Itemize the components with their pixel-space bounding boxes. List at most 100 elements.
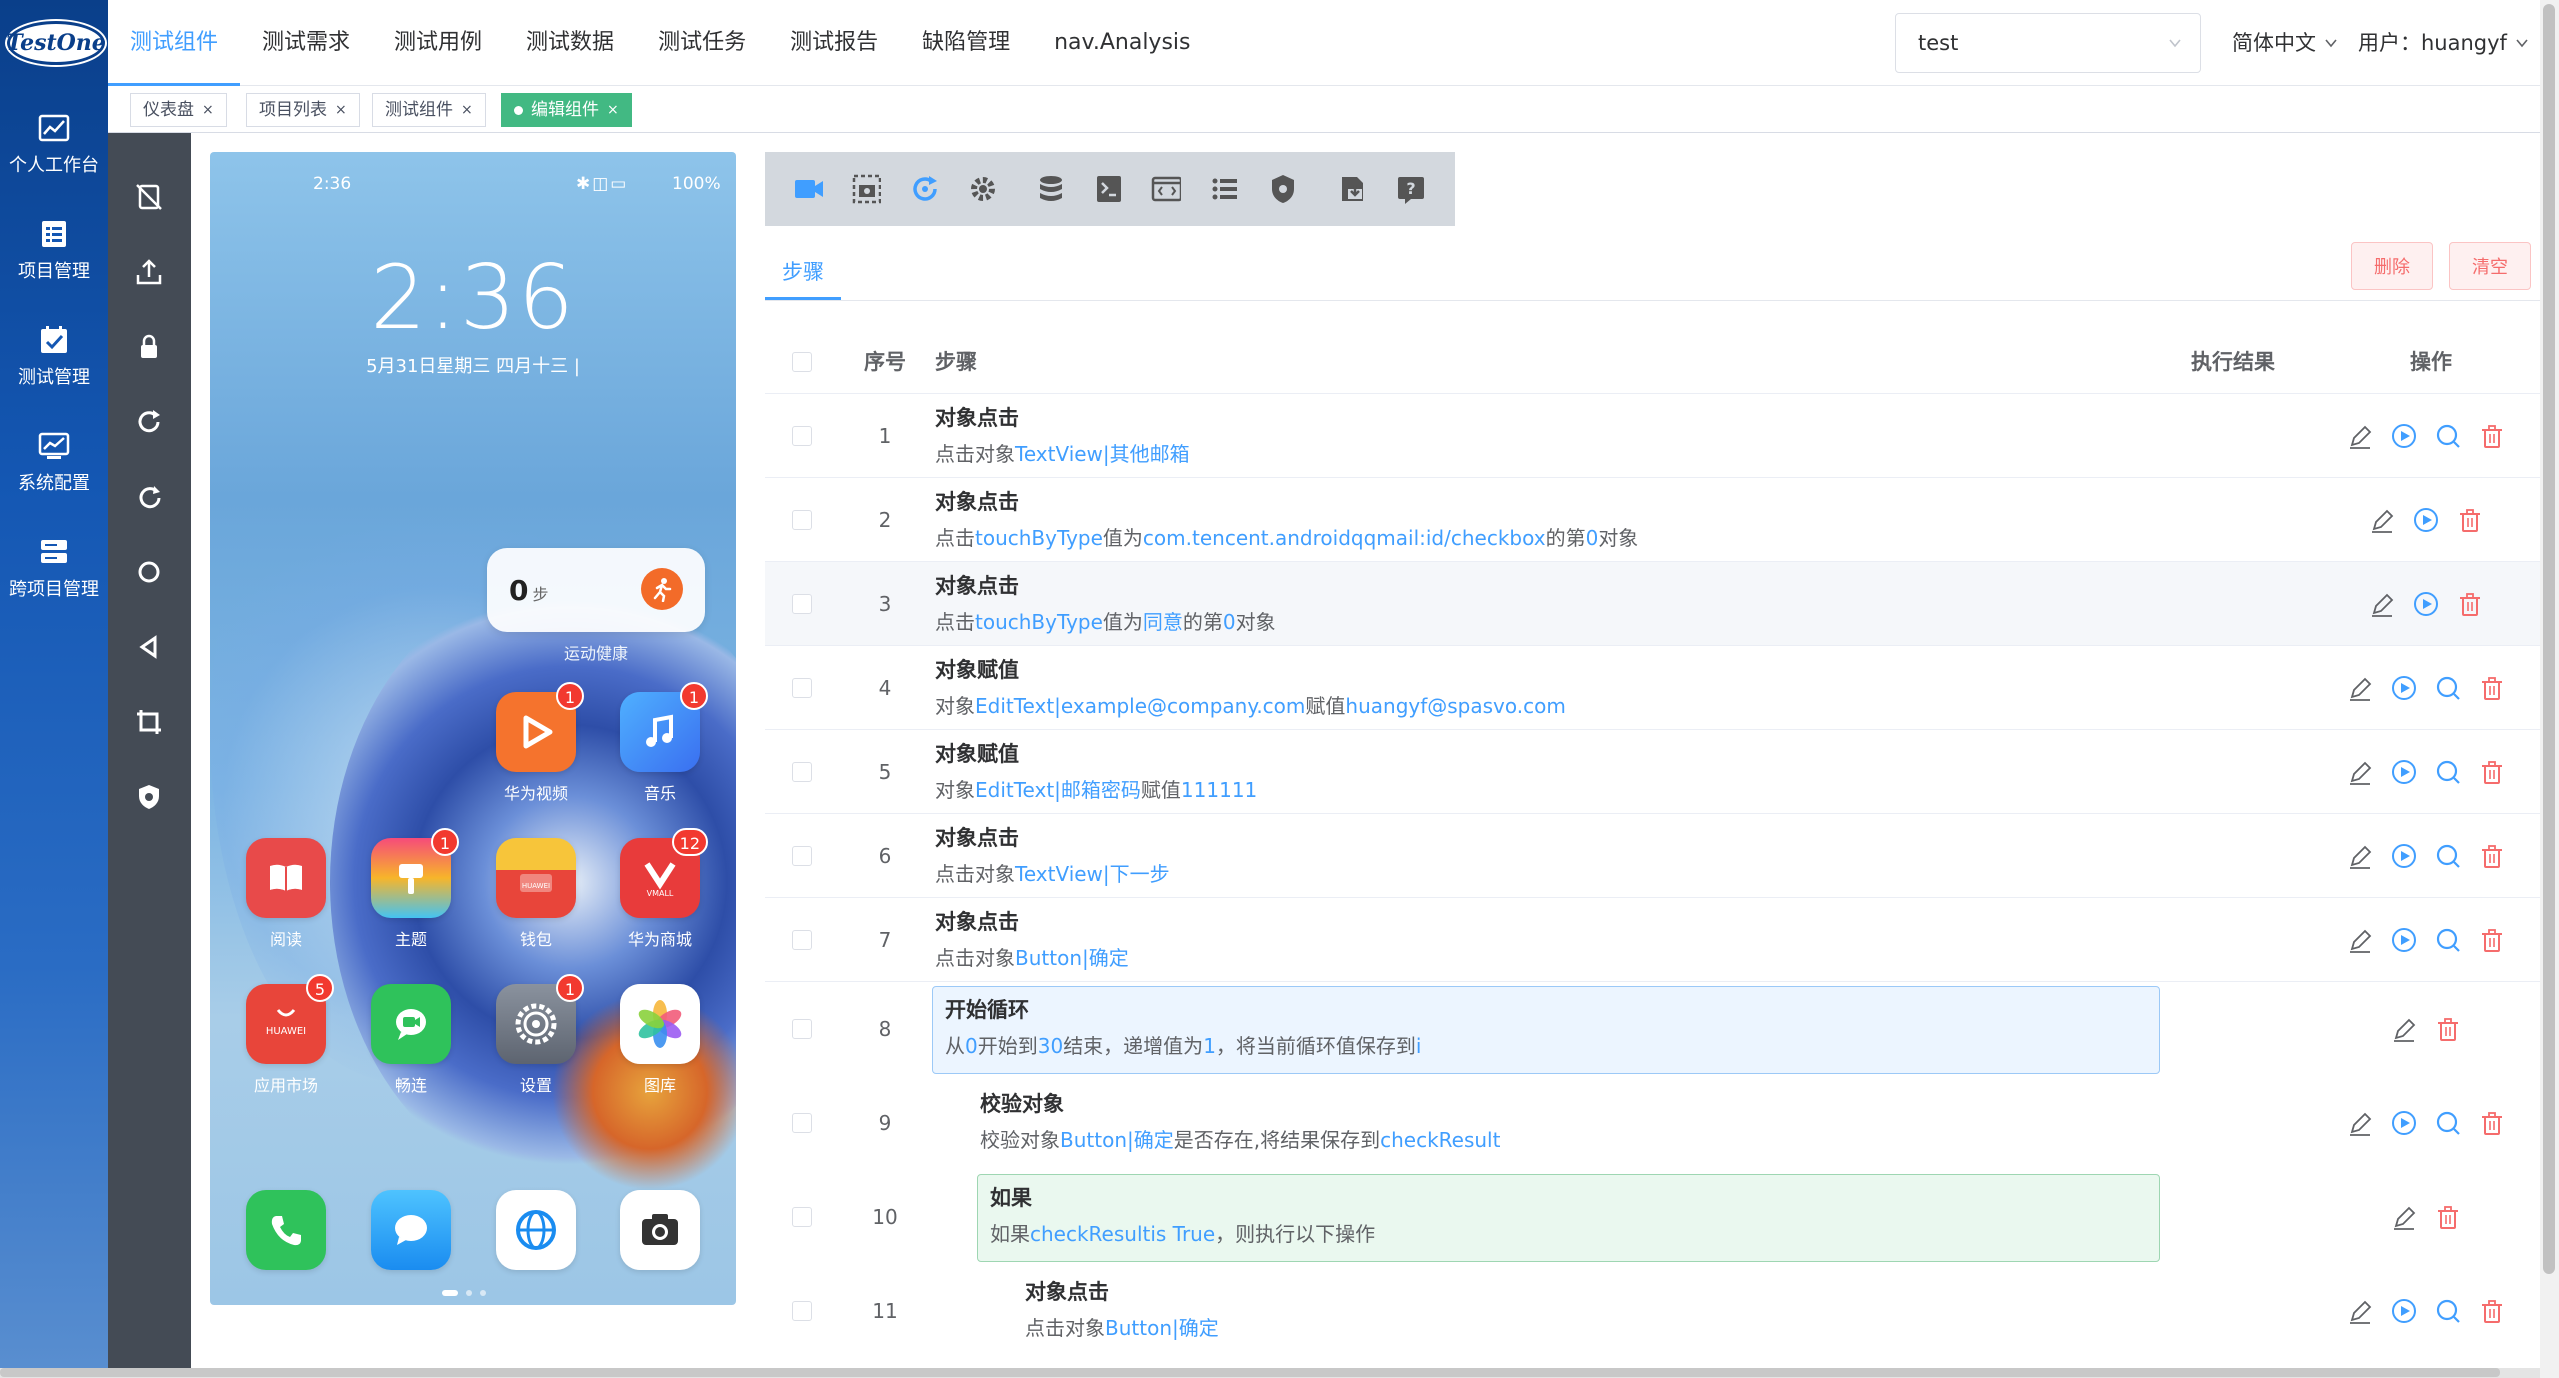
row-checkbox[interactable] xyxy=(792,510,812,530)
edit-step-button[interactable] xyxy=(2345,925,2375,955)
app-settings[interactable]: 1 设置 xyxy=(496,974,584,1096)
language-dropdown[interactable]: 简体中文 xyxy=(2232,0,2338,86)
table-row[interactable]: 7 对象点击 点击对象Button|确定 xyxy=(765,898,2540,982)
row-checkbox[interactable] xyxy=(792,846,812,866)
table-row[interactable]: 8 开始循环 从0开始到30结束，递增值为1，将当前循环值保存到i xyxy=(765,982,2540,1076)
delete-step-button[interactable] xyxy=(2477,673,2507,703)
run-step-button[interactable] xyxy=(2389,757,2419,787)
dock-messages[interactable] xyxy=(371,1190,451,1278)
run-step-button[interactable] xyxy=(2389,673,2419,703)
tag-project-list[interactable]: 项目列表 × xyxy=(246,93,360,127)
project-select[interactable]: test xyxy=(1895,13,2201,73)
app-music[interactable]: 1 音乐 xyxy=(620,682,708,804)
refresh-button[interactable] xyxy=(128,476,170,518)
table-row[interactable]: 9 校验对象 校验对象Button|确定是否存在,将结果保存到checkResult xyxy=(765,1076,2540,1170)
search-step-button[interactable] xyxy=(2433,757,2463,787)
sidebar-item-test-management[interactable]: 测试管理 xyxy=(0,312,108,402)
top-menu-item[interactable]: 测试组件 xyxy=(108,0,241,86)
lock-button[interactable] xyxy=(128,326,170,368)
delete-step-button[interactable] xyxy=(2433,1014,2463,1044)
search-step-button[interactable] xyxy=(2433,421,2463,451)
delete-step-button[interactable] xyxy=(2477,421,2507,451)
scrollbar-thumb[interactable] xyxy=(2543,4,2555,1274)
table-row[interactable]: 2 对象点击 点击touchByType值为com.tencent.androidq… xyxy=(765,478,2540,562)
edit-step-button[interactable] xyxy=(2345,421,2375,451)
screen-off-button[interactable] xyxy=(128,176,170,218)
table-row[interactable]: 4 对象赋值 对象EditText|example@company.com赋值hua… xyxy=(765,646,2540,730)
delete-step-button[interactable] xyxy=(2477,925,2507,955)
top-menu-item[interactable]: 测试用例 xyxy=(372,0,504,86)
dock-camera[interactable] xyxy=(620,1190,700,1278)
edit-step-button[interactable] xyxy=(2345,1296,2375,1326)
dock-phone[interactable] xyxy=(246,1190,326,1278)
search-step-button[interactable] xyxy=(2433,1108,2463,1138)
table-row[interactable]: 1 对象点击 点击对象TextView|其他邮箱 xyxy=(765,394,2540,478)
row-checkbox[interactable] xyxy=(792,762,812,782)
delete-step-button[interactable] xyxy=(2477,1296,2507,1326)
app-gallery[interactable]: 图库 xyxy=(620,984,700,1096)
delete-step-button[interactable] xyxy=(2477,841,2507,871)
table-row[interactable]: 10 如果 如果checkResultis True，则执行以下操作 xyxy=(765,1170,2540,1264)
tag-dashboard[interactable]: 仪表盘 × xyxy=(130,93,227,127)
delete-step-button[interactable] xyxy=(2455,505,2485,535)
vertical-scrollbar[interactable] xyxy=(2540,0,2559,1378)
app-meetime[interactable]: 畅连 xyxy=(371,984,451,1096)
search-step-button[interactable] xyxy=(2433,841,2463,871)
crop-button[interactable] xyxy=(128,701,170,743)
close-icon[interactable]: × xyxy=(607,94,619,126)
delete-step-button[interactable] xyxy=(2477,1108,2507,1138)
rotate-button[interactable] xyxy=(128,401,170,443)
app-huawei-video[interactable]: 1 华为视频 xyxy=(496,682,584,804)
run-step-button[interactable] xyxy=(2411,589,2441,619)
table-row[interactable]: 5 对象赋值 对象EditText|邮箱密码赋值111111 xyxy=(765,730,2540,814)
app-themes[interactable]: 1 主题 xyxy=(371,828,459,950)
search-step-button[interactable] xyxy=(2433,673,2463,703)
sidebar-item-projects[interactable]: 项目管理 xyxy=(0,206,108,296)
edit-step-button[interactable] xyxy=(2345,673,2375,703)
select-all-checkbox[interactable] xyxy=(792,352,812,372)
row-checkbox[interactable] xyxy=(792,930,812,950)
health-widget[interactable]: 0步 xyxy=(487,548,705,632)
testone-logo[interactable]: TestOne xyxy=(6,14,106,72)
run-step-button[interactable] xyxy=(2411,505,2441,535)
edit-step-button[interactable] xyxy=(2367,589,2397,619)
sidebar-item-workbench[interactable]: 个人工作台 xyxy=(0,100,108,190)
edit-step-button[interactable] xyxy=(2389,1014,2419,1044)
edit-step-button[interactable] xyxy=(2345,841,2375,871)
user-dropdown[interactable]: 用户：huangyf xyxy=(2358,0,2529,86)
top-menu-item[interactable]: 测试数据 xyxy=(504,0,636,86)
edit-step-button[interactable] xyxy=(2367,505,2397,535)
dock-browser[interactable] xyxy=(496,1190,576,1278)
row-checkbox[interactable] xyxy=(792,1301,812,1321)
home-button[interactable] xyxy=(128,551,170,593)
search-step-button[interactable] xyxy=(2433,1296,2463,1326)
app-vmall[interactable]: VMALL 12 华为商城 xyxy=(620,828,708,950)
run-step-button[interactable] xyxy=(2389,925,2419,955)
app-appgallery[interactable]: HUAWEI 5 应用市场 xyxy=(246,974,334,1096)
search-step-button[interactable] xyxy=(2433,925,2463,955)
row-checkbox[interactable] xyxy=(792,1113,812,1133)
table-row[interactable]: 11 对象点击 点击对象Button|确定 xyxy=(765,1264,2540,1358)
edit-step-button[interactable] xyxy=(2345,757,2375,787)
install-button[interactable] xyxy=(128,251,170,293)
row-checkbox[interactable] xyxy=(792,426,812,446)
delete-step-button[interactable] xyxy=(2433,1202,2463,1232)
help-tool-button[interactable]: ? xyxy=(1367,152,1455,226)
table-row[interactable]: 6 对象点击 点击对象TextView|下一步 xyxy=(765,814,2540,898)
app-wallet[interactable]: HUAWEI 钱包 xyxy=(496,838,576,950)
row-checkbox[interactable] xyxy=(792,1207,812,1227)
tag-test-component[interactable]: 测试组件 × xyxy=(372,93,486,127)
close-icon[interactable]: × xyxy=(202,94,214,126)
row-checkbox[interactable] xyxy=(792,594,812,614)
delete-step-button[interactable] xyxy=(2455,589,2485,619)
run-step-button[interactable] xyxy=(2389,1108,2419,1138)
sidebar-item-cross-project[interactable]: 跨项目管理 xyxy=(0,524,108,614)
top-menu-item[interactable]: nav.Analysis xyxy=(1032,0,1212,86)
delete-button[interactable]: 删除 xyxy=(2351,242,2433,290)
sidebar-item-system-config[interactable]: 系统配置 xyxy=(0,418,108,508)
close-icon[interactable]: × xyxy=(461,94,473,126)
run-step-button[interactable] xyxy=(2389,1296,2419,1326)
privacy-button[interactable] xyxy=(128,776,170,818)
edit-step-button[interactable] xyxy=(2345,1108,2375,1138)
back-button[interactable] xyxy=(128,626,170,668)
